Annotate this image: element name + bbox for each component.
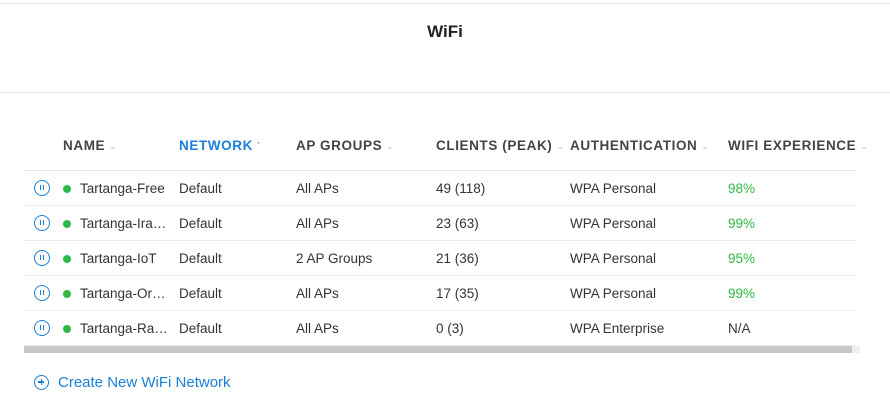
caret-up-icon: ˆ: [256, 141, 261, 151]
status-dot-icon: [63, 290, 71, 298]
pause-circle-icon[interactable]: [34, 320, 50, 336]
ap-groups: All APs: [296, 321, 339, 336]
column-header-network[interactable]: NETWORK ˆ: [179, 138, 261, 153]
wifi-experience: 99%: [728, 286, 756, 301]
status-dot-icon: [63, 255, 71, 263]
wifi-experience: 99%: [728, 216, 756, 231]
column-header-clients[interactable]: CLIENTS (PEAK) ⌄: [436, 138, 565, 153]
table-row[interactable]: Tartanga-Ra… Default All APs 0 (3) WPA E…: [24, 311, 856, 346]
column-header-ap-groups[interactable]: AP GROUPS ⌄: [296, 138, 394, 153]
wifi-experience: 95%: [728, 251, 756, 266]
column-header-authentication[interactable]: AUTHENTICATION ⌄: [570, 138, 710, 153]
table-row[interactable]: Tartanga-Free Default All APs 49 (118) W…: [24, 171, 856, 206]
network-group: Default: [179, 251, 222, 266]
column-header-name[interactable]: NAME ⌄: [63, 138, 117, 153]
page-title: WiFi: [427, 22, 463, 41]
clients-peak: 17 (35): [436, 286, 479, 301]
network-name[interactable]: Tartanga-Ra…: [80, 321, 168, 336]
clients-peak: 23 (63): [436, 216, 479, 231]
page-header: WiFi: [0, 3, 890, 59]
pause-circle-icon[interactable]: [34, 250, 50, 266]
network-group: Default: [179, 181, 222, 196]
network-group: Default: [179, 286, 222, 301]
table-row[interactable]: Tartanga-Irak… Default All APs 23 (63) W…: [24, 206, 856, 241]
create-wifi-network-label: Create New WiFi Network: [58, 373, 231, 391]
network-name[interactable]: Tartanga-IoT: [80, 251, 157, 266]
clients-peak: 21 (36): [436, 251, 479, 266]
clients-peak: 0 (3): [436, 321, 464, 336]
network-name[interactable]: Tartanga-Ord…: [80, 286, 172, 301]
network-group: Default: [179, 216, 222, 231]
ap-groups: 2 AP Groups: [296, 251, 373, 266]
main-content: NAME ⌄ NETWORK ˆ AP GROUPS ⌄ CLIENTS (PEAK)…: [0, 93, 890, 414]
table-header: NAME ⌄ NETWORK ˆ AP GROUPS ⌄ CLIENTS (PEAK)…: [24, 123, 868, 171]
status-dot-icon: [63, 220, 71, 228]
wifi-networks-table: NAME ⌄ NETWORK ˆ AP GROUPS ⌄ CLIENTS (PEAK)…: [24, 123, 868, 346]
pause-circle-icon[interactable]: [34, 285, 50, 301]
authentication: WPA Personal: [570, 286, 657, 301]
caret-down-icon: ⌄: [386, 141, 395, 151]
clients-peak: 49 (118): [436, 181, 486, 196]
network-name[interactable]: Tartanga-Irak…: [80, 216, 172, 231]
column-header-wifi-experience[interactable]: WIFI EXPERIENCE ⌄: [728, 138, 868, 153]
caret-down-icon: ⌄: [556, 141, 565, 151]
network-group: Default: [179, 321, 222, 336]
ap-groups: All APs: [296, 286, 339, 301]
pause-circle-icon[interactable]: [34, 180, 50, 196]
table-row[interactable]: Tartanga-Ord… Default All APs 17 (35) WP…: [24, 276, 856, 311]
wifi-experience: N/A: [728, 321, 751, 336]
horizontal-scrollbar-thumb[interactable]: [24, 346, 852, 353]
caret-down-icon: ⌄: [109, 141, 118, 151]
authentication: WPA Personal: [570, 181, 657, 196]
status-dot-icon: [63, 325, 71, 333]
status-dot-icon: [63, 185, 71, 193]
authentication: WPA Personal: [570, 216, 657, 231]
authentication: WPA Personal: [570, 251, 657, 266]
toolbar-area: [0, 58, 890, 93]
wifi-experience: 98%: [728, 181, 756, 196]
caret-down-icon: ⌄: [860, 141, 869, 151]
table-row[interactable]: Tartanga-IoT Default 2 AP Groups 21 (36)…: [24, 241, 856, 276]
ap-groups: All APs: [296, 181, 339, 196]
pause-circle-icon[interactable]: [34, 215, 50, 231]
network-name[interactable]: Tartanga-Free: [80, 181, 165, 196]
authentication: WPA Enterprise: [570, 321, 665, 336]
caret-down-icon: ⌄: [701, 141, 710, 151]
create-wifi-network-button[interactable]: Create New WiFi Network: [34, 372, 231, 392]
plus-circle-icon: [34, 374, 49, 390]
ap-groups: All APs: [296, 216, 339, 231]
